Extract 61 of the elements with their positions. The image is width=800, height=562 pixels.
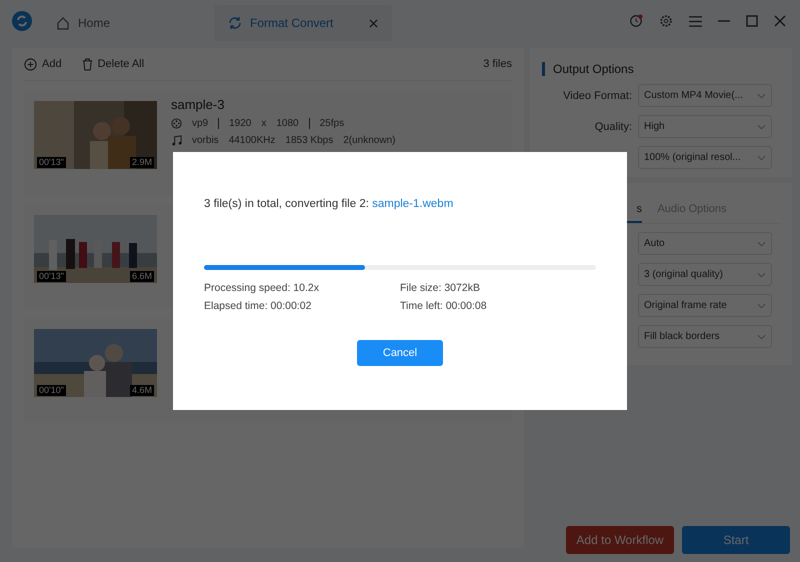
plus-icon	[24, 58, 37, 70]
video-spec: vp9	[192, 118, 208, 129]
duration-label: 00'10"	[37, 385, 66, 396]
home-icon	[56, 16, 70, 30]
film-reel-icon	[171, 118, 182, 129]
chevron-down-icon	[757, 334, 766, 340]
video-spec: 25fps	[320, 118, 344, 129]
add-to-workflow-button[interactable]: Add to Workflow	[566, 526, 674, 554]
file-link[interactable]: sample-1.webm	[372, 198, 454, 210]
app-tab[interactable]: Format Convert	[214, 5, 392, 41]
select-field[interactable]: Fill black borders	[638, 325, 772, 348]
chevron-down-icon	[757, 272, 766, 278]
select-field[interactable]: High	[638, 115, 772, 138]
chevron-down-icon	[757, 124, 766, 130]
maximize-icon[interactable]	[746, 15, 758, 27]
add-button[interactable]: Add	[24, 58, 62, 70]
select-field[interactable]: Original frame rate	[638, 294, 772, 317]
minimize-icon[interactable]	[718, 20, 730, 22]
progress-stat: Time left: 00:00:08	[400, 300, 488, 312]
refresh-icon	[228, 16, 242, 30]
app-logo-icon	[12, 11, 32, 31]
chevron-down-icon	[757, 92, 766, 98]
section-title: Output Options	[542, 62, 782, 76]
audio-spec: vorbis	[192, 135, 219, 146]
video-spec: 1920	[229, 118, 252, 129]
option-label: Quality:	[594, 120, 632, 132]
file-name: sample-3	[171, 97, 226, 112]
chevron-down-icon	[757, 154, 766, 160]
audio-spec: 1853 Kbps	[285, 135, 334, 146]
progress-stat: Processing speed: 10.2x	[204, 282, 320, 294]
history-icon[interactable]	[629, 14, 643, 28]
audio-spec: 44100KHz	[228, 135, 276, 146]
file-count: 3 files	[483, 58, 512, 70]
select-field[interactable]: Auto	[638, 232, 772, 255]
file-size-label: 4.6M	[130, 385, 154, 396]
settings-icon[interactable]	[659, 14, 673, 28]
video-spec: x	[261, 118, 266, 129]
video-spec: 1080	[276, 118, 299, 129]
select-field[interactable]: 3 (original quality)	[638, 263, 772, 286]
progress-stat: File size: 3072kB	[400, 282, 481, 294]
duration-label: 00'13"	[37, 271, 66, 282]
progress-message: 3 file(s) in total, converting file 2: sample-1.webm	[204, 198, 454, 210]
option-label: Video Format:	[563, 90, 632, 102]
progress-stat: Elapsed time: 00:00:02	[204, 300, 312, 312]
file-size-label: 2.9M	[130, 157, 154, 168]
music-note-icon	[171, 135, 182, 146]
app-tab[interactable]: Home	[42, 5, 124, 41]
menu-icon[interactable]	[689, 16, 702, 26]
delete-all-button[interactable]: Delete All	[82, 58, 144, 70]
chevron-down-icon	[757, 302, 766, 308]
close-icon[interactable]	[369, 18, 378, 28]
select-field[interactable]: Custom MP4 Movie(...	[638, 84, 772, 107]
trash-icon	[82, 58, 93, 70]
start-button[interactable]: Start	[682, 526, 790, 554]
chevron-down-icon	[757, 240, 766, 246]
cancel-button[interactable]: Cancel	[357, 340, 443, 366]
file-size-label: 6.6M	[130, 271, 154, 282]
duration-label: 00'13"	[37, 157, 66, 168]
audio-spec: 2(unknown)	[343, 135, 396, 146]
select-field[interactable]: 100% (original resol...	[638, 146, 772, 169]
close-icon[interactable]	[774, 15, 786, 27]
